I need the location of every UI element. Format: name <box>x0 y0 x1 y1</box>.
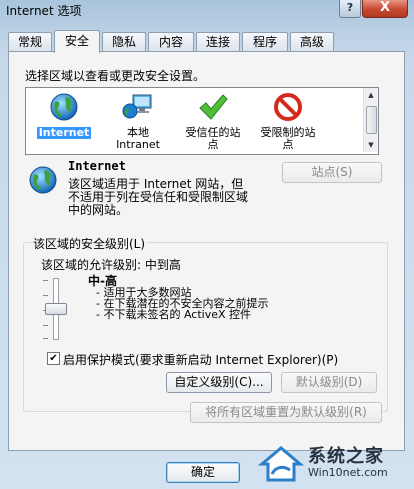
tab-security[interactable]: 安全 <box>54 30 100 53</box>
close-button[interactable]: X <box>362 0 408 18</box>
intranet-icon <box>122 94 152 119</box>
watermark-url: Win10net.com <box>308 466 388 479</box>
sites-button[interactable]: 站点(S) <box>282 162 382 183</box>
protected-mode-label[interactable]: 启用保护模式(要求重新启动 Internet Explorer)(P) <box>63 351 338 368</box>
scroll-up-icon[interactable]: ▲ <box>364 89 378 101</box>
zone-trusted-label: 受信任的站 点 <box>185 126 241 151</box>
zone-intranet-label: 本地 Intranet <box>116 126 160 151</box>
tab-general[interactable]: 常规 <box>8 32 52 51</box>
tab-privacy[interactable]: 隐私 <box>102 32 146 51</box>
zone-internet[interactable]: Internet <box>34 92 94 139</box>
house-logo-icon <box>258 446 304 482</box>
restricted-icon <box>274 93 302 121</box>
zone-description: 该区域适用于 Internet 网站，但 不适用于列在受信任和受限制区域 中的网… <box>68 177 249 217</box>
window-title: Internet 选项 <box>6 4 82 18</box>
zone-restricted-sites[interactable]: 受限制的站 点 <box>252 92 324 151</box>
zone-restricted-label: 受限制的站 点 <box>260 126 316 151</box>
zone-internet-label: Internet <box>36 126 92 139</box>
tab-content[interactable]: 内容 <box>148 32 194 51</box>
zone-trusted-sites[interactable]: 受信任的站 点 <box>178 92 248 151</box>
custom-level-button[interactable]: 自定义级别(C)... <box>166 372 272 393</box>
zone-title: Internet <box>68 159 126 173</box>
zone-local-intranet[interactable]: 本地 Intranet <box>106 92 170 151</box>
slider-tick <box>43 295 48 296</box>
checkmark-icon <box>199 94 228 120</box>
tab-advanced[interactable]: 高级 <box>290 32 334 51</box>
globe-icon <box>29 166 57 194</box>
title-bar: Internet 选项 ? X <box>0 0 414 22</box>
slider-tick <box>43 325 48 326</box>
ok-button[interactable]: 确定 <box>166 462 240 483</box>
slider-tick <box>43 280 48 281</box>
zone-list-scrollbar[interactable]: ▲ ▼ <box>363 88 378 152</box>
security-level-label: 该区域的安全级别(L) <box>31 235 148 252</box>
protected-mode-checkbox[interactable]: ✔ <box>47 352 60 365</box>
tab-programs[interactable]: 程序 <box>242 32 288 51</box>
bullet-item: - 不下载未签名的 ActiveX 控件 <box>96 308 252 321</box>
security-level-bullets: - 适用于大多数网站 - 在下载潜在的不安全内容之前提示 - 不下载未签名的 A… <box>96 287 268 320</box>
tab-connections[interactable]: 连接 <box>196 32 240 51</box>
help-button[interactable]: ? <box>339 0 361 18</box>
scroll-thumb[interactable] <box>366 106 377 134</box>
tab-strip: 常规 安全 隐私 内容 连接 程序 高级 <box>8 30 408 53</box>
scroll-down-icon[interactable]: ▼ <box>364 139 378 151</box>
slider-tick <box>43 338 48 339</box>
globe-icon <box>50 93 78 121</box>
reset-all-zones-button[interactable]: 将所有区域重置为默认级别(R) <box>190 402 382 423</box>
security-slider-thumb[interactable] <box>45 303 67 315</box>
watermark: 系统之家 Win10net.com <box>258 442 412 486</box>
watermark-title: 系统之家 <box>308 446 384 467</box>
zone-prompt: 选择区域以查看或更改安全设置。 <box>25 69 206 83</box>
default-level-button[interactable]: 默认级别(D) <box>281 372 377 393</box>
allowed-levels: 该区域的允许级别: 中到高 <box>41 258 181 272</box>
zone-list[interactable]: Internet 本地 Intranet 受信任的站 点 受限制的站 点 ▲ ▼ <box>25 87 379 155</box>
